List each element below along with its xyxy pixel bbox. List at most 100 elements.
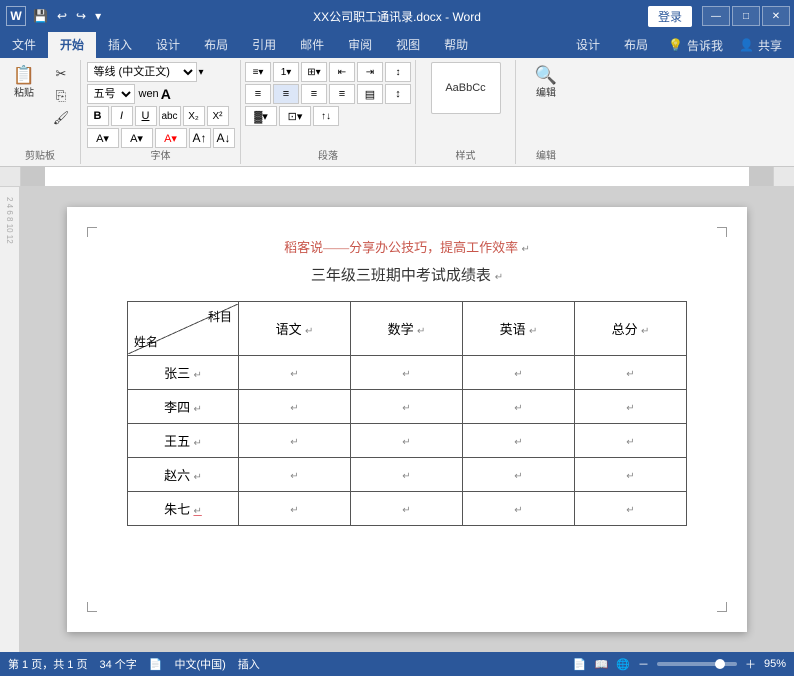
row1-chinese: ↵ [239, 356, 351, 390]
window-title: XX公司职工通讯录.docx - Word [313, 8, 481, 25]
status-bar: 第 1 页，共 1 页 34 个字 📄 中文(中国) 插入 📄 📖 🌐 － ＋ … [0, 652, 794, 676]
align-left-button[interactable]: ≡ [245, 84, 271, 104]
strikethrough-button[interactable]: abc [159, 106, 181, 126]
content-area: 稻客说——分享办公技巧，提高工作效率 ↵ 三年级三班期中考试成绩表 ↵ 科目 姓… [20, 187, 794, 652]
find-replace-button[interactable]: 🔍 编辑 [526, 62, 566, 103]
minimize-button[interactable]: — [702, 6, 730, 26]
text-color-button[interactable]: A▾ [87, 128, 119, 148]
sort-button[interactable]: ↕ [385, 62, 411, 82]
row5-math: ↵ [351, 492, 463, 526]
bullet-list-button[interactable]: ≡▾ [245, 62, 271, 82]
save-icon[interactable]: 💾 [30, 7, 51, 25]
font-size-a-icon: A [161, 86, 171, 102]
styles-gallery[interactable]: AaBbCc [431, 62, 501, 114]
tab-design-extra[interactable]: 设计 [564, 32, 612, 59]
layout-web-icon[interactable]: 🌐 [616, 658, 630, 671]
subtitle-red: 稻客说——分享办公技巧，提高工作效率 [284, 240, 518, 255]
login-button[interactable]: 登录 [648, 6, 692, 27]
restore-button[interactable]: □ [732, 6, 760, 26]
row3-total: ↵ [575, 424, 687, 458]
indent-decrease-button[interactable]: ⇤ [329, 62, 355, 82]
tab-mailings[interactable]: 邮件 [288, 32, 336, 58]
font-size-select[interactable]: 五号 [87, 84, 135, 104]
tab-help[interactable]: 帮助 [432, 32, 480, 58]
tab-references[interactable]: 引用 [240, 32, 288, 58]
edit-label: 编辑 [536, 84, 556, 99]
paste-button[interactable]: 📋 粘贴 [4, 62, 44, 103]
corner-tl [87, 227, 97, 237]
tab-review[interactable]: 审阅 [336, 32, 384, 58]
indent-increase-button[interactable]: ⇥ [357, 62, 383, 82]
tab-file[interactable]: 文件 [0, 32, 48, 58]
clipboard-label: 剪贴板 [0, 147, 80, 162]
zoom-slider[interactable] [657, 662, 737, 666]
increase-font-button[interactable]: A↑ [189, 128, 211, 148]
border-button[interactable]: ⊡▾ [279, 106, 311, 126]
line-spacing-button[interactable]: ↕ [385, 84, 411, 104]
align-right-button[interactable]: ≡ [301, 84, 327, 104]
tab-design[interactable]: 设计 [144, 32, 192, 58]
para-spacing-button[interactable]: ↑↓ [313, 106, 339, 126]
format-painter-button[interactable]: 🖌 [46, 108, 76, 128]
row3-math: ↵ [351, 424, 463, 458]
font-size-row: 五号 wen A [87, 84, 171, 104]
undo-icon[interactable]: ↩ [54, 7, 70, 25]
tell-me-label: 告诉我 [687, 37, 723, 54]
ruler-side-right [774, 167, 794, 186]
bold-button[interactable]: B [87, 106, 109, 126]
redo-icon[interactable]: ↪ [73, 7, 89, 25]
score-table: 科目 姓名 语文 ↵ 数学 ↵ 英语 [127, 301, 687, 526]
align-center-button[interactable]: ≡ [273, 84, 299, 104]
zoom-in-button[interactable]: ＋ [745, 656, 756, 672]
zoom-level[interactable]: 95% [764, 658, 786, 670]
style-normal-label: AaBbCc [445, 82, 485, 94]
proofing-icon: 📄 [149, 658, 163, 671]
tell-me-search[interactable]: 💡 告诉我 [660, 37, 731, 54]
subject-header: 科目 [208, 308, 232, 325]
font-color-row: A▾ A▾ A▾ A↑ A↓ [87, 128, 235, 148]
superscript-button[interactable]: X² [207, 106, 229, 126]
tab-home[interactable]: 开始 [48, 32, 96, 58]
close-button[interactable]: ✕ [762, 6, 790, 26]
tab-layout-extra[interactable]: 布局 [612, 32, 660, 59]
layout-reading-icon[interactable]: 📖 [595, 658, 609, 671]
diagonal-header-cell: 科目 姓名 [128, 302, 239, 356]
paste-icon: 📋 [13, 66, 35, 84]
copy-button[interactable]: ⎘ [46, 86, 76, 106]
font-name-dropdown[interactable]: ▾ [199, 67, 204, 78]
document-title: 三年级三班期中考试成绩表 ↵ [127, 264, 687, 285]
list-row: ≡▾ 1▾ ⊞▾ ⇤ ⇥ ↕ [245, 62, 411, 82]
align-row: ≡ ≡ ≡ ≡ ▤ ↕ [245, 84, 411, 104]
diagonal-header: 科目 姓名 [128, 304, 238, 354]
ribbon-group-clipboard: 📋 粘贴 ✂ ⎘ 🖌 剪贴板 [0, 60, 81, 164]
italic-button[interactable]: I [111, 106, 133, 126]
ribbon-tabs-right: 设计 布局 💡 告诉我 👤 共享 [564, 32, 794, 58]
multilevel-list-button[interactable]: ⊞▾ [301, 62, 327, 82]
title-para-mark: ↵ [495, 272, 503, 283]
font-color-button[interactable]: A▾ [155, 128, 187, 148]
table-row: 赵六 ↵ ↵ ↵ ↵ ↵ [128, 458, 687, 492]
tab-layout[interactable]: 布局 [192, 32, 240, 58]
underline-button[interactable]: U [135, 106, 157, 126]
cut-button[interactable]: ✂ [46, 64, 76, 84]
customize-qat-icon[interactable]: ▾ [92, 7, 104, 25]
tab-insert[interactable]: 插入 [96, 32, 144, 58]
row3-name: 王五 ↵ [128, 424, 239, 458]
layout-print-icon[interactable]: 📄 [573, 658, 587, 671]
decrease-font-button[interactable]: A↓ [213, 128, 235, 148]
document-page: 稻客说——分享办公技巧，提高工作效率 ↵ 三年级三班期中考试成绩表 ↵ 科目 姓… [67, 207, 747, 632]
tab-view[interactable]: 视图 [384, 32, 432, 58]
subscript-button[interactable]: X₂ [183, 106, 205, 126]
share-button[interactable]: 👤 共享 [731, 37, 790, 54]
shading-button[interactable]: ▓▾ [245, 106, 277, 126]
person-icon: 👤 [739, 38, 754, 52]
zoom-thumb[interactable] [715, 659, 725, 669]
justify-button[interactable]: ≡ [329, 84, 355, 104]
font-name-select[interactable]: 等线 (中文正文) [87, 62, 197, 82]
zoom-out-button[interactable]: － [638, 656, 649, 672]
highlight-button[interactable]: A▾ [121, 128, 153, 148]
title-text: 三年级三班期中考试成绩表 [311, 268, 491, 284]
ribbon-group-styles: AaBbCc 样式 [416, 60, 516, 164]
number-list-button[interactable]: 1▾ [273, 62, 299, 82]
columns-button[interactable]: ▤ [357, 84, 383, 104]
